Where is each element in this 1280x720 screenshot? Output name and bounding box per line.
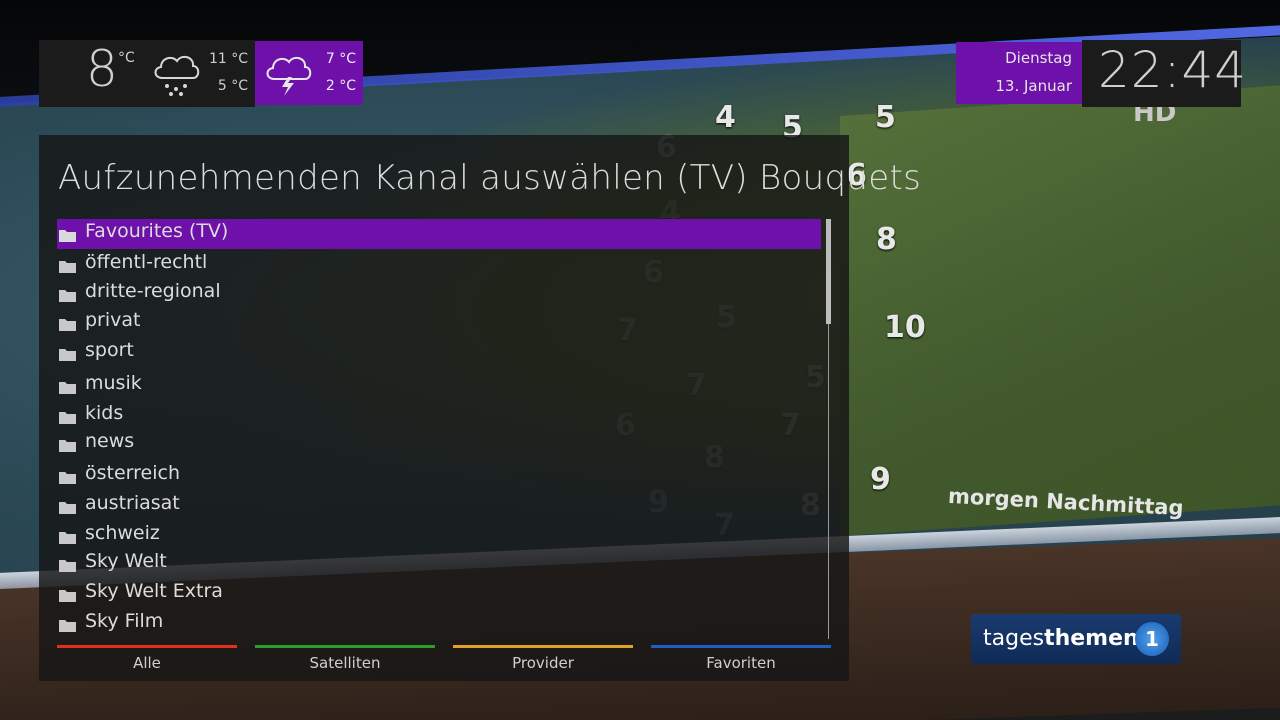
red-key-label: Alle <box>133 654 161 672</box>
page-title: Aufzunehmenden Kanal auswählen (TV) Bouq… <box>58 158 922 198</box>
forecast-max-temp: 7 °C <box>325 51 356 67</box>
folder-icon <box>59 261 76 273</box>
bouquet-label: musik <box>85 372 142 394</box>
temperature-unit: °C <box>118 50 135 66</box>
blue-key-bar <box>651 645 831 648</box>
bouquet-item[interactable]: schweiz <box>57 521 821 551</box>
map-temperature: 4 <box>715 100 736 135</box>
bouquet-label: privat <box>85 309 141 331</box>
scrollbar-thumb[interactable] <box>826 219 831 324</box>
bouquet-label: Sky Welt <box>85 550 167 572</box>
bouquet-item[interactable]: musik <box>57 371 821 401</box>
green-key-label: Satelliten <box>309 654 381 672</box>
clock: 22:44 <box>1098 41 1248 99</box>
bouquet-item[interactable]: österreich <box>57 461 821 491</box>
ard-one-icon: 1 <box>1135 622 1169 656</box>
current-max-temp: 11 °C <box>208 51 248 67</box>
forecast-min-temp: 2 °C <box>325 78 356 94</box>
bouquet-item[interactable]: dritte-regional <box>57 279 821 309</box>
folder-icon <box>59 560 76 572</box>
folder-icon <box>59 230 76 242</box>
red-key-bar <box>57 645 237 648</box>
bouquet-item[interactable]: sport <box>57 338 821 368</box>
bouquet-item[interactable]: kids <box>57 401 821 431</box>
weekday: Dienstag <box>1005 49 1072 67</box>
map-temperature: 9 <box>870 462 891 497</box>
bouquet-label: österreich <box>85 462 180 484</box>
blue-key-button[interactable]: Favoriten <box>651 645 831 675</box>
folder-icon <box>59 502 76 514</box>
bouquet-label: öffentl-rechtl <box>85 251 208 273</box>
yellow-key-label: Provider <box>512 654 574 672</box>
folder-icon <box>59 620 76 632</box>
bouquet-label: austriasat <box>85 492 180 514</box>
blue-key-label: Favoriten <box>706 654 776 672</box>
folder-icon <box>59 290 76 302</box>
logo-suffix: themen <box>1044 626 1139 651</box>
map-temperature: 5 <box>875 100 896 135</box>
red-key-button[interactable]: Alle <box>57 645 237 675</box>
map-temperature: 8 <box>876 222 897 257</box>
bouquet-item[interactable]: Favourites (TV) <box>57 219 821 249</box>
bouquet-item[interactable]: Sky Welt <box>57 549 821 579</box>
date: 13. Januar <box>995 77 1072 95</box>
channel-logo: tagesthemen 1 <box>971 614 1181 664</box>
yellow-key-button[interactable]: Provider <box>453 645 633 675</box>
bouquet-item[interactable]: Sky Film <box>57 609 821 639</box>
bouquet-item[interactable]: Sky Welt Extra <box>57 579 821 609</box>
logo-prefix: tages <box>983 626 1045 651</box>
folder-icon <box>59 412 76 424</box>
list-scrollbar[interactable] <box>826 219 831 639</box>
bouquet-label: Favourites (TV) <box>85 220 229 242</box>
folder-icon <box>59 319 76 331</box>
folder-icon <box>59 440 76 452</box>
current-min-temp: 5 °C <box>217 78 248 94</box>
folder-icon <box>59 532 76 544</box>
bouquet-item[interactable]: öffentl-rechtl <box>57 250 821 280</box>
bouquet-label: Sky Film <box>85 610 164 632</box>
bouquet-item[interactable]: news <box>57 429 821 459</box>
bouquet-item[interactable]: privat <box>57 308 821 338</box>
bouquet-label: Sky Welt Extra <box>85 580 223 602</box>
green-key-bar <box>255 645 435 648</box>
bouquet-label: news <box>85 430 135 452</box>
folder-icon <box>59 349 76 361</box>
bouquet-item[interactable]: austriasat <box>57 491 821 521</box>
folder-icon <box>59 590 76 602</box>
folder-icon <box>59 472 76 484</box>
bouquet-label: kids <box>85 402 124 424</box>
bouquet-label: schweiz <box>85 522 160 544</box>
rain-cloud-icon <box>154 55 200 96</box>
bouquet-label: sport <box>85 339 134 361</box>
current-temperature: 8 <box>86 40 118 98</box>
green-key-button[interactable]: Satelliten <box>255 645 435 675</box>
map-temperature: 10 <box>884 310 926 345</box>
folder-icon <box>59 382 76 394</box>
yellow-key-bar <box>453 645 633 648</box>
bouquet-label: dritte-regional <box>85 280 221 302</box>
